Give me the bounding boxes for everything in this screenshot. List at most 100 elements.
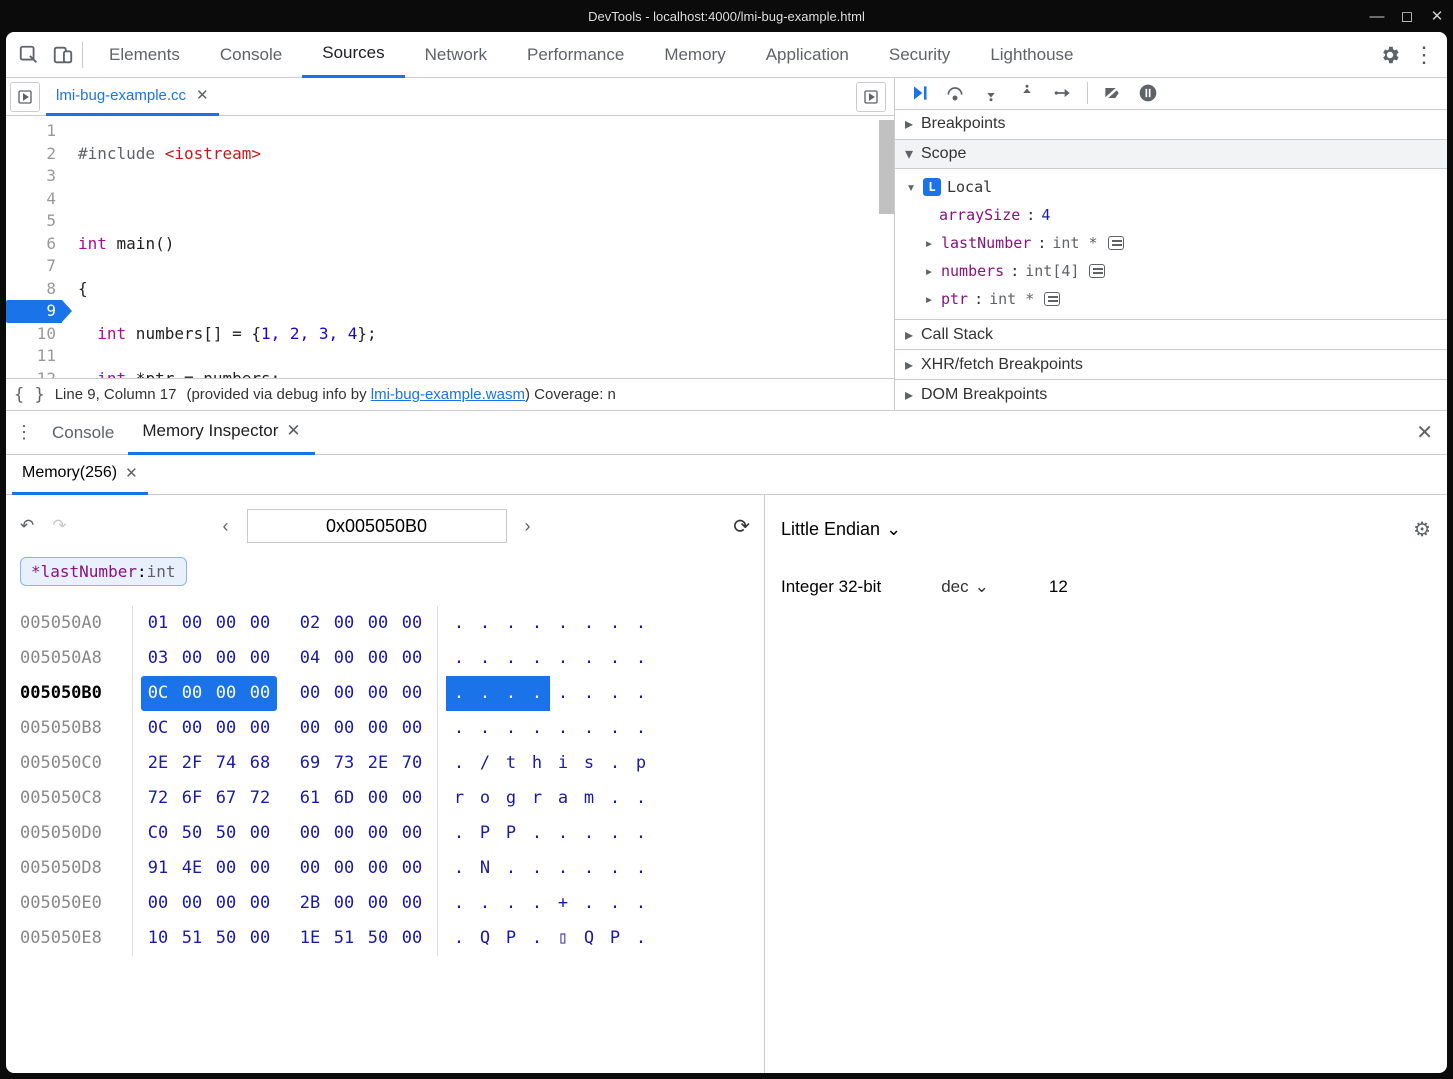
hex-row[interactable]: 005050C8726F6772616D0000rogram.. bbox=[20, 781, 750, 816]
ascii-char[interactable]: . bbox=[628, 676, 654, 711]
ascii-char[interactable]: Q bbox=[472, 921, 498, 956]
section-callstack[interactable]: ▸Call Stack bbox=[895, 320, 1447, 350]
memory-buffer-tab[interactable]: Memory(256) ✕ bbox=[12, 455, 148, 495]
hex-byte[interactable]: 00 bbox=[361, 781, 395, 816]
hex-byte[interactable]: 4E bbox=[175, 851, 209, 886]
section-xhr-breakpoints[interactable]: ▸XHR/fetch Breakpoints bbox=[895, 350, 1447, 380]
hex-byte[interactable]: 2F bbox=[175, 746, 209, 781]
hex-row[interactable]: 005050E0000000002B000000....+... bbox=[20, 886, 750, 921]
hex-byte[interactable]: 00 bbox=[327, 816, 361, 851]
ascii-char[interactable]: P bbox=[498, 921, 524, 956]
window-maximize-icon[interactable]: ◻ bbox=[1399, 7, 1415, 25]
address-input[interactable] bbox=[247, 509, 507, 543]
ascii-char[interactable]: . bbox=[524, 606, 550, 641]
hex-byte[interactable]: 1E bbox=[293, 921, 327, 956]
hex-byte[interactable]: 00 bbox=[209, 851, 243, 886]
hex-byte[interactable]: 68 bbox=[243, 746, 277, 781]
ascii-char[interactable]: . bbox=[472, 641, 498, 676]
scope-var[interactable]: ▸ptr: int * bbox=[905, 285, 1447, 313]
ascii-char[interactable]: . bbox=[472, 606, 498, 641]
ascii-char[interactable]: g bbox=[498, 781, 524, 816]
hex-byte[interactable]: 69 bbox=[293, 746, 327, 781]
step-over-icon[interactable] bbox=[941, 79, 969, 107]
ascii-char[interactable]: . bbox=[498, 676, 524, 711]
hex-byte[interactable]: 00 bbox=[209, 676, 243, 711]
ascii-char[interactable]: . bbox=[602, 816, 628, 851]
memory-chip-icon[interactable] bbox=[1044, 292, 1060, 306]
hex-byte[interactable]: 00 bbox=[243, 606, 277, 641]
hex-byte[interactable]: 00 bbox=[209, 886, 243, 921]
ascii-char[interactable]: . bbox=[576, 816, 602, 851]
hex-byte[interactable]: 72 bbox=[141, 781, 175, 816]
tab-security[interactable]: Security bbox=[869, 32, 970, 78]
ascii-char[interactable]: P bbox=[602, 921, 628, 956]
hex-byte[interactable]: 73 bbox=[327, 746, 361, 781]
ascii-char[interactable]: . bbox=[446, 676, 472, 711]
settings-gear-icon[interactable] bbox=[1373, 38, 1407, 72]
hex-byte[interactable]: 00 bbox=[395, 676, 429, 711]
section-breakpoints[interactable]: ▸Breakpoints bbox=[895, 110, 1447, 140]
ascii-char[interactable]: . bbox=[550, 851, 576, 886]
hex-row[interactable]: 005050A80300000004000000........ bbox=[20, 641, 750, 676]
hex-byte[interactable]: 00 bbox=[395, 886, 429, 921]
history-forward-icon[interactable]: ↷ bbox=[52, 516, 66, 536]
ascii-char[interactable]: . bbox=[524, 711, 550, 746]
tab-console[interactable]: Console bbox=[200, 32, 302, 78]
hex-byte[interactable]: 00 bbox=[293, 711, 327, 746]
ascii-char[interactable]: . bbox=[576, 886, 602, 921]
hex-byte[interactable]: 00 bbox=[243, 921, 277, 956]
hex-byte[interactable]: 74 bbox=[209, 746, 243, 781]
hex-byte[interactable]: 00 bbox=[395, 816, 429, 851]
ascii-char[interactable]: o bbox=[472, 781, 498, 816]
hex-byte[interactable]: 00 bbox=[243, 886, 277, 921]
ascii-char[interactable]: t bbox=[498, 746, 524, 781]
ascii-char[interactable]: / bbox=[472, 746, 498, 781]
hex-byte[interactable]: 00 bbox=[395, 781, 429, 816]
deactivate-breakpoints-icon[interactable] bbox=[1098, 79, 1126, 107]
hex-byte[interactable]: 00 bbox=[327, 676, 361, 711]
hex-byte[interactable]: 6F bbox=[175, 781, 209, 816]
hex-byte[interactable]: 00 bbox=[175, 886, 209, 921]
hex-row[interactable]: 005050B00C00000000000000........ bbox=[20, 676, 750, 711]
hex-byte[interactable]: 00 bbox=[395, 641, 429, 676]
step-icon[interactable] bbox=[1049, 79, 1077, 107]
ascii-char[interactable]: p bbox=[628, 746, 654, 781]
ascii-char[interactable]: . bbox=[472, 711, 498, 746]
hex-row[interactable]: 005050A00100000002000000........ bbox=[20, 606, 750, 641]
scope-var[interactable]: arraySize: 4 bbox=[905, 201, 1447, 229]
ascii-char[interactable]: . bbox=[446, 851, 472, 886]
hex-byte[interactable]: C0 bbox=[141, 816, 175, 851]
ascii-char[interactable]: r bbox=[446, 781, 472, 816]
hex-byte[interactable]: 00 bbox=[395, 851, 429, 886]
file-tab[interactable]: lmi-bug-example.cc ✕ bbox=[46, 78, 219, 116]
ascii-char[interactable]: . bbox=[498, 886, 524, 921]
drawer-tab-memory-inspector[interactable]: Memory Inspector✕ bbox=[128, 411, 314, 455]
pretty-print-icon[interactable]: { } bbox=[14, 385, 45, 405]
hex-row[interactable]: 005050D0C050500000000000.PP..... bbox=[20, 816, 750, 851]
hex-byte[interactable]: 00 bbox=[243, 816, 277, 851]
hex-byte[interactable]: 00 bbox=[361, 606, 395, 641]
hex-byte[interactable]: 00 bbox=[293, 851, 327, 886]
settings-gear-icon[interactable]: ⚙ bbox=[1413, 517, 1431, 542]
hex-byte[interactable]: 51 bbox=[327, 921, 361, 956]
hex-byte[interactable]: 00 bbox=[243, 676, 277, 711]
hex-byte[interactable]: 03 bbox=[141, 641, 175, 676]
hex-byte[interactable]: 00 bbox=[209, 711, 243, 746]
hex-byte[interactable]: 00 bbox=[327, 886, 361, 921]
ascii-char[interactable]: . bbox=[602, 711, 628, 746]
scope-var[interactable]: ▸numbers: int[4] bbox=[905, 257, 1447, 285]
hex-byte[interactable]: 00 bbox=[209, 641, 243, 676]
ascii-char[interactable]: . bbox=[628, 641, 654, 676]
hex-byte[interactable]: 00 bbox=[175, 606, 209, 641]
tab-memory[interactable]: Memory bbox=[644, 32, 745, 78]
ascii-char[interactable]: . bbox=[550, 641, 576, 676]
hex-byte[interactable]: 00 bbox=[327, 851, 361, 886]
hex-byte[interactable]: 50 bbox=[209, 816, 243, 851]
ascii-char[interactable]: ▯ bbox=[550, 921, 576, 956]
hex-byte[interactable]: 00 bbox=[361, 641, 395, 676]
hex-row[interactable]: 005050B80C00000000000000........ bbox=[20, 711, 750, 746]
hex-byte[interactable]: 50 bbox=[175, 816, 209, 851]
hex-byte[interactable]: 00 bbox=[361, 711, 395, 746]
window-minimize-icon[interactable]: — bbox=[1369, 8, 1385, 25]
hex-byte[interactable]: 0C bbox=[141, 676, 175, 711]
